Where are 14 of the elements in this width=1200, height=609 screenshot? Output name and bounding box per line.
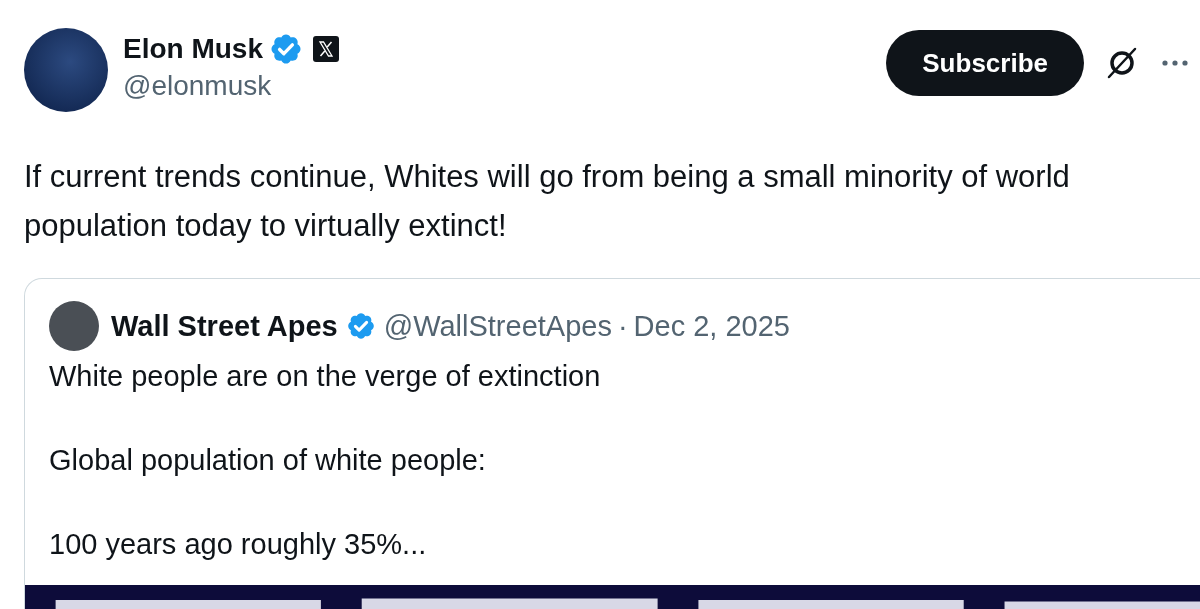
quoted-post-text: White people are on the verge of extinction [49,359,602,394]
quoted-post-text: Global population of white people: [49,443,487,478]
separator-dot: · [617,309,628,343]
quoted-post-card[interactable]: Wall Street Apes @WallStreetApes · Dec 2, 2025 White people are on the verge of extinction Global population of white people: 100 years ago roughly 35%... [24,278,1200,609]
subscribe-button[interactable]: Subscribe [886,30,1084,96]
post-text: If current trends continue, Whites will go from being a small minority of world population today to virtually extinct! [24,158,1071,245]
author-name[interactable]: Elon Musk [123,33,263,65]
avatar[interactable] [49,301,99,351]
author-handle[interactable]: @WallStreetApes [383,309,612,343]
more-icon[interactable] [1160,58,1190,68]
post-date[interactable]: Dec 2, 2025 [633,309,790,343]
quoted-post-text: 100 years ago roughly 35%... [49,527,428,562]
author-handle[interactable]: @elonmusk [123,70,339,102]
author-name[interactable]: Wall Street Apes [111,309,338,343]
